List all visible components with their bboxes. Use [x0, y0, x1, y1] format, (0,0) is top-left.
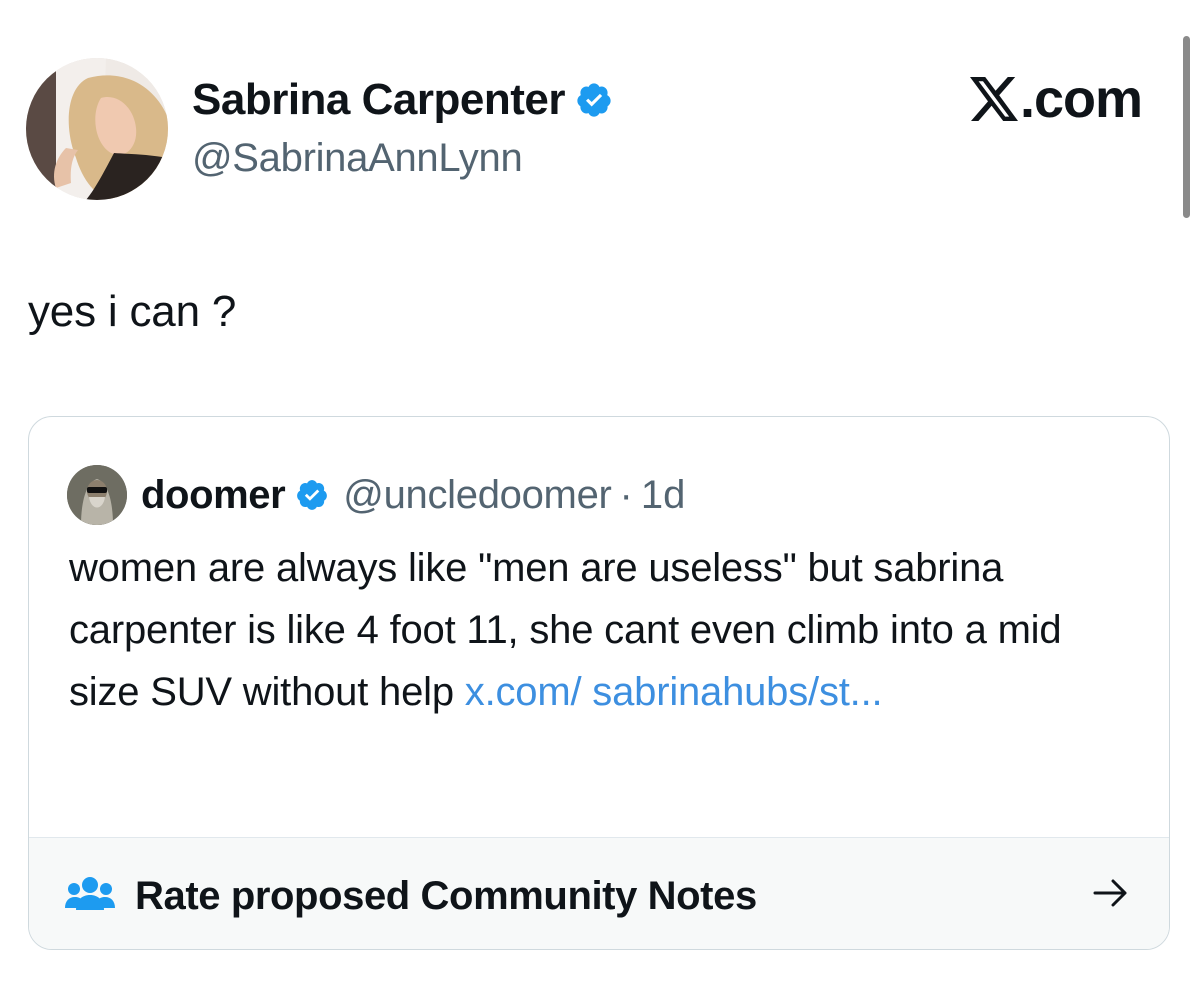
people-icon [65, 874, 115, 921]
community-notes-label[interactable]: Rate proposed Community Notes [135, 874, 757, 919]
avatar-image [26, 58, 168, 200]
quoted-tweet-header: doomer @uncledoomer · 1d [67, 465, 685, 525]
verified-badge-icon [575, 81, 613, 119]
author-name[interactable]: Sabrina Carpenter [192, 75, 565, 125]
brand-label: .com [1019, 69, 1143, 129]
quoted-author-handle[interactable]: @uncledoomer [343, 473, 612, 518]
verified-badge-icon [295, 478, 329, 512]
quoted-tweet[interactable]: doomer @uncledoomer · 1d women are alway… [28, 416, 1170, 950]
quoted-tweet-link[interactable]: x.com/ sabrinahubs/st... [465, 670, 883, 714]
x-brand: .com [969, 68, 1143, 130]
community-notes-bar[interactable]: Rate proposed Community Notes [29, 837, 1169, 949]
quoted-author-name[interactable]: doomer [141, 473, 286, 518]
quoted-avatar-image [67, 465, 127, 525]
quoted-timestamp[interactable]: 1d [641, 473, 686, 518]
tweet-author[interactable]: Sabrina Carpenter @SabrinaAnnLynn [192, 70, 613, 181]
tweet-text: yes i can ? [28, 287, 237, 336]
quoted-author-avatar[interactable] [67, 465, 127, 525]
x-logo-icon [969, 77, 1018, 121]
timestamp-separator: · [619, 472, 633, 517]
quoted-tweet-text: women are always like "men are useless" … [69, 537, 1129, 723]
author-handle[interactable]: @SabrinaAnnLynn [192, 136, 613, 181]
author-avatar[interactable] [26, 58, 168, 200]
arrow-right-icon[interactable] [1093, 878, 1129, 913]
scrollbar[interactable] [1183, 36, 1190, 218]
